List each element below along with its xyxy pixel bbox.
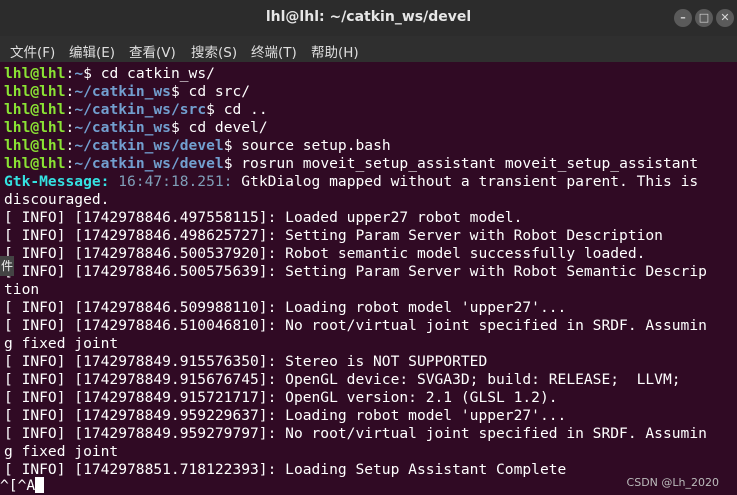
title-bar: lhl@lhl: ~/catkin_ws/devel – □ ✕ xyxy=(0,0,737,36)
text-cursor xyxy=(35,477,45,493)
log-line: tion xyxy=(4,281,40,298)
log-line: [ INFO] [1742978846.500575639]: Setting … xyxy=(4,263,707,280)
gtk-message-line: Gtk-Message: 16:47:18.251: GtkDialog map… xyxy=(4,173,699,190)
log-line: [ INFO] [1742978846.500537920]: Robot se… xyxy=(4,245,646,262)
close-button[interactable]: ✕ xyxy=(716,9,734,27)
prompt-line: lhl@lhl:~$ cd catkin_ws/ xyxy=(4,65,215,82)
gtk-message-continuation: discouraged. xyxy=(4,191,110,208)
log-line: g fixed joint xyxy=(4,443,119,460)
terminal-output[interactable]: lhl@lhl:~$ cd catkin_ws/ lhl@lhl:~/catki… xyxy=(0,62,737,495)
log-line: [ INFO] [1742978846.510046810]: No root/… xyxy=(4,317,707,334)
log-line: [ INFO] [1742978849.915721717]: OpenGL v… xyxy=(4,389,558,406)
menu-terminal[interactable]: 终端(T) xyxy=(251,41,297,61)
menu-file[interactable]: 文件(F) xyxy=(10,41,55,61)
log-line: [ INFO] [1742978851.718122393]: Loading … xyxy=(4,461,567,478)
prompt-line: lhl@lhl:~/catkin_ws/src$ cd .. xyxy=(4,101,268,118)
log-line: g fixed joint xyxy=(4,335,119,352)
log-line: [ INFO] [1742978846.509988110]: Loading … xyxy=(4,299,567,316)
prompt-line: lhl@lhl:~/catkin_ws$ cd devel/ xyxy=(4,119,268,136)
typed-input: ^[^A xyxy=(0,477,36,494)
log-line: [ INFO] [1742978849.959229637]: Loading … xyxy=(4,407,567,424)
menu-search[interactable]: 搜索(S) xyxy=(191,41,237,61)
input-line[interactable]: ^[^A xyxy=(0,477,45,495)
log-line: [ INFO] [1742978846.497558115]: Loaded u… xyxy=(4,209,523,226)
menu-bar: 文件(F) 编辑(E) 查看(V) 搜索(S) 终端(T) 帮助(H) xyxy=(0,36,737,62)
minimize-button[interactable]: – xyxy=(674,9,692,27)
menu-edit[interactable]: 编辑(E) xyxy=(69,41,115,61)
watermark: CSDN @Lh_2020 xyxy=(626,476,719,489)
window-title: lhl@lhl: ~/catkin_ws/devel xyxy=(265,9,472,25)
log-line: [ INFO] [1742978849.959279797]: No root/… xyxy=(4,425,707,442)
log-line: [ INFO] [1742978849.915576350]: Stereo i… xyxy=(4,353,488,370)
maximize-button[interactable]: □ xyxy=(695,9,713,27)
prompt-line: lhl@lhl:~/catkin_ws/devel$ rosrun moveit… xyxy=(4,155,699,172)
log-line: [ INFO] [1742978846.498625727]: Setting … xyxy=(4,227,663,244)
side-tab[interactable]: 件 xyxy=(0,256,14,276)
menu-view[interactable]: 查看(V) xyxy=(129,41,176,61)
log-line: [ INFO] [1742978849.915676745]: OpenGL d… xyxy=(4,371,681,388)
menu-help[interactable]: 帮助(H) xyxy=(311,41,359,61)
prompt-line: lhl@lhl:~/catkin_ws$ cd src/ xyxy=(4,83,251,100)
prompt-line: lhl@lhl:~/catkin_ws/devel$ source setup.… xyxy=(4,137,391,154)
